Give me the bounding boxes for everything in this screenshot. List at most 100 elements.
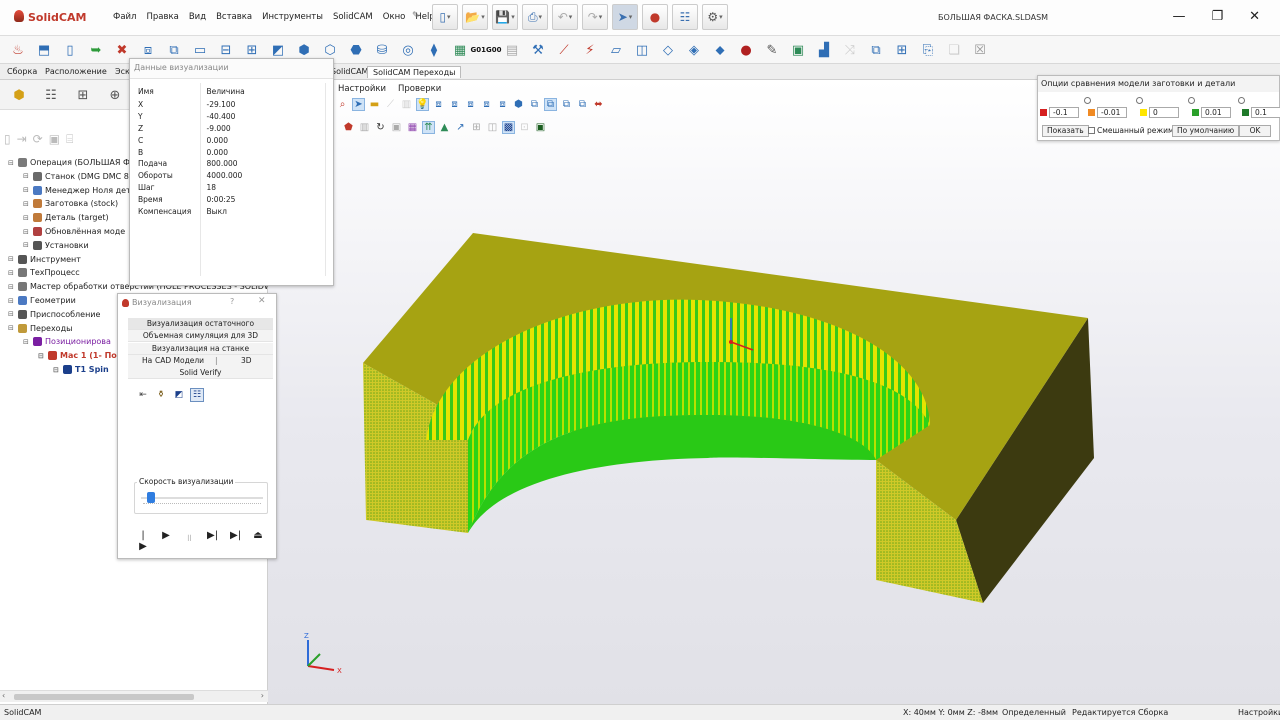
select-arrow-icon[interactable]: ➤: [352, 98, 365, 111]
options-gear-button[interactable]: ⚙: [702, 4, 728, 30]
tolerance-color-swatch[interactable]: [1140, 109, 1147, 116]
config-tab-icon[interactable]: ⊞: [72, 85, 94, 105]
tree-node[interactable]: ⊟ Позиционирова: [23, 337, 111, 347]
tolerance-field[interactable]: 0: [1149, 107, 1179, 118]
section-icon[interactable]: ◫: [486, 121, 499, 134]
solid-op-icon[interactable]: ◫: [630, 38, 654, 62]
tolerance-color-swatch[interactable]: [1242, 109, 1249, 116]
frame-icon[interactable]: ▩: [502, 121, 515, 134]
feature-tree-tab-icon[interactable]: ⬢: [8, 85, 30, 105]
tree-expander-icon[interactable]: ⊟: [23, 241, 30, 249]
graphics-viewport[interactable]: Z X: [268, 80, 1280, 704]
tree-expander-icon[interactable]: ⊟: [8, 297, 15, 305]
imachining-3d-icon[interactable]: ◈: [682, 38, 706, 62]
tree-node[interactable]: ⊟ Геометрии: [8, 296, 76, 305]
mixed-mode-checkbox[interactable]: Смешанный режим: [1088, 126, 1174, 135]
tolerance-field[interactable]: -0.1: [1049, 107, 1079, 118]
open-part-icon[interactable]: ⬒: [32, 38, 56, 62]
transparent-icon[interactable]: ▣: [390, 121, 403, 134]
undo-button[interactable]: ↶: [552, 4, 578, 30]
tree-new-icon[interactable]: ▯: [4, 132, 11, 147]
properties-button[interactable]: ☷: [672, 4, 698, 30]
pause-icon[interactable]: ॥: [184, 530, 194, 552]
scroll-left-icon[interactable]: ‹: [2, 691, 5, 700]
cad-model-button[interactable]: CAD Модели: [155, 355, 204, 367]
arrange-windows-icon[interactable]: ⧉: [864, 38, 888, 62]
imachining-2d-icon[interactable]: ◇: [656, 38, 680, 62]
data-window-toggle-icon[interactable]: ☷: [190, 388, 204, 402]
view-dimetric-icon[interactable]: ⧉: [528, 98, 541, 111]
tree-expander-icon[interactable]: ⊟: [23, 186, 30, 194]
tree-node[interactable]: ⊟ Приспособление: [8, 309, 100, 319]
document-icon[interactable]: ▤: [500, 38, 524, 62]
new-document-button[interactable]: ▯: [432, 4, 458, 30]
view-iso-icon[interactable]: ⬢: [512, 98, 525, 111]
tolerance-color-swatch[interactable]: [1088, 109, 1095, 116]
show-stock-icon[interactable]: ⬟: [342, 121, 355, 134]
scroll-right-icon[interactable]: ›: [261, 691, 264, 700]
window-layout-icon[interactable]: ⎘: [916, 38, 940, 62]
terminal-icon[interactable]: ▣: [534, 121, 547, 134]
sim-tab-checks[interactable]: Проверки: [398, 84, 441, 94]
tree-expander-icon[interactable]: ⊟: [8, 283, 15, 291]
tree-expander-icon[interactable]: ⊟: [23, 172, 30, 180]
tree-calc-icon[interactable]: ⌸: [66, 132, 73, 147]
tree-node[interactable]: ⊟ Заготовка (stock): [23, 199, 118, 209]
property-tab-icon[interactable]: ☷: [40, 85, 62, 105]
copy-part-icon[interactable]: ➥: [84, 38, 108, 62]
report-icon[interactable]: ⊞: [470, 121, 483, 134]
default-button[interactable]: По умолчанию: [1172, 125, 1240, 137]
close-icon[interactable]: ✕: [258, 296, 266, 306]
exit-sim-icon[interactable]: ⇤: [136, 388, 150, 402]
bulb-icon[interactable]: 💡: [416, 98, 429, 111]
view-rotate-icon[interactable]: ⧉: [576, 98, 589, 111]
tool-shape-icon[interactable]: ▲: [438, 121, 451, 134]
tree-expander-icon[interactable]: ⊟: [8, 324, 15, 332]
tree-expander-icon[interactable]: ⊟: [23, 228, 30, 236]
tree-save-icon[interactable]: ▣: [49, 132, 60, 147]
to-end-icon[interactable]: ▶|: [230, 530, 241, 552]
tolerance-radio[interactable]: [1136, 97, 1143, 104]
tree-horizontal-scrollbar[interactable]: ‹ ›: [0, 690, 268, 702]
traffic-light-icon[interactable]: ●: [642, 4, 668, 30]
tree-expander-icon[interactable]: ⊟: [53, 366, 60, 374]
tool-table-icon[interactable]: ▦: [448, 38, 472, 62]
tree-node[interactable]: ⊟ ТехПроцесс: [8, 268, 80, 278]
rotate-view-icon[interactable]: ↻: [374, 121, 387, 134]
mode-machine-button[interactable]: Визуализация на станке: [128, 343, 273, 355]
new-part-icon[interactable]: ▯: [58, 38, 82, 62]
view-normal-icon[interactable]: ⧉: [560, 98, 573, 111]
engrave-icon[interactable]: ⬥: [708, 38, 732, 62]
sim-window-icon[interactable]: ▣: [786, 38, 810, 62]
menu-file[interactable]: Файл: [113, 12, 136, 22]
menu-solidcam[interactable]: SolidCAM: [333, 12, 373, 22]
tolerance-radio[interactable]: [1188, 97, 1195, 104]
menu-edit[interactable]: Правка: [146, 12, 178, 22]
save-button[interactable]: 💾: [492, 4, 518, 30]
solidcam-home-icon[interactable]: ♨: [6, 38, 30, 62]
mode-3d-volume-button[interactable]: Объемная симуляция для 3D: [128, 330, 273, 342]
turning-icon[interactable]: ⚡: [578, 38, 602, 62]
tool-path-icon[interactable]: ⇈: [422, 121, 435, 134]
tree-expander-icon[interactable]: ⊟: [8, 310, 15, 318]
show-target-icon[interactable]: ▥: [358, 121, 371, 134]
graph-icon[interactable]: ↗: [454, 121, 467, 134]
maximize-icon[interactable]: ❐: [1211, 9, 1223, 24]
probe-icon[interactable]: ⟋: [552, 38, 576, 62]
zoom-icon[interactable]: ⌕: [336, 98, 349, 111]
tab-layout[interactable]: Расположение: [40, 66, 112, 77]
redo-button[interactable]: ↷: [582, 4, 608, 30]
tree-expander-icon[interactable]: ⊟: [23, 214, 30, 222]
solid-verify-button[interactable]: Solid Verify: [128, 367, 273, 379]
help-icon[interactable]: ?: [230, 297, 234, 306]
view-trimetric-icon[interactable]: ⧉: [544, 98, 557, 111]
tolerance-radio[interactable]: [1084, 97, 1091, 104]
tree-node[interactable]: ⊟ Обновлённая моде: [23, 227, 125, 236]
tool-icon[interactable]: ⚒: [526, 38, 550, 62]
tree-copy-icon[interactable]: ⇥: [17, 132, 27, 147]
tolerance-field[interactable]: -0.01: [1097, 107, 1127, 118]
tree-node[interactable]: ⊟ T1 Spin: [53, 365, 109, 374]
step-forward-icon[interactable]: ▶|: [207, 530, 218, 552]
tree-node[interactable]: ⊟ Деталь (target): [23, 213, 109, 223]
menu-view[interactable]: Вид: [189, 12, 206, 22]
